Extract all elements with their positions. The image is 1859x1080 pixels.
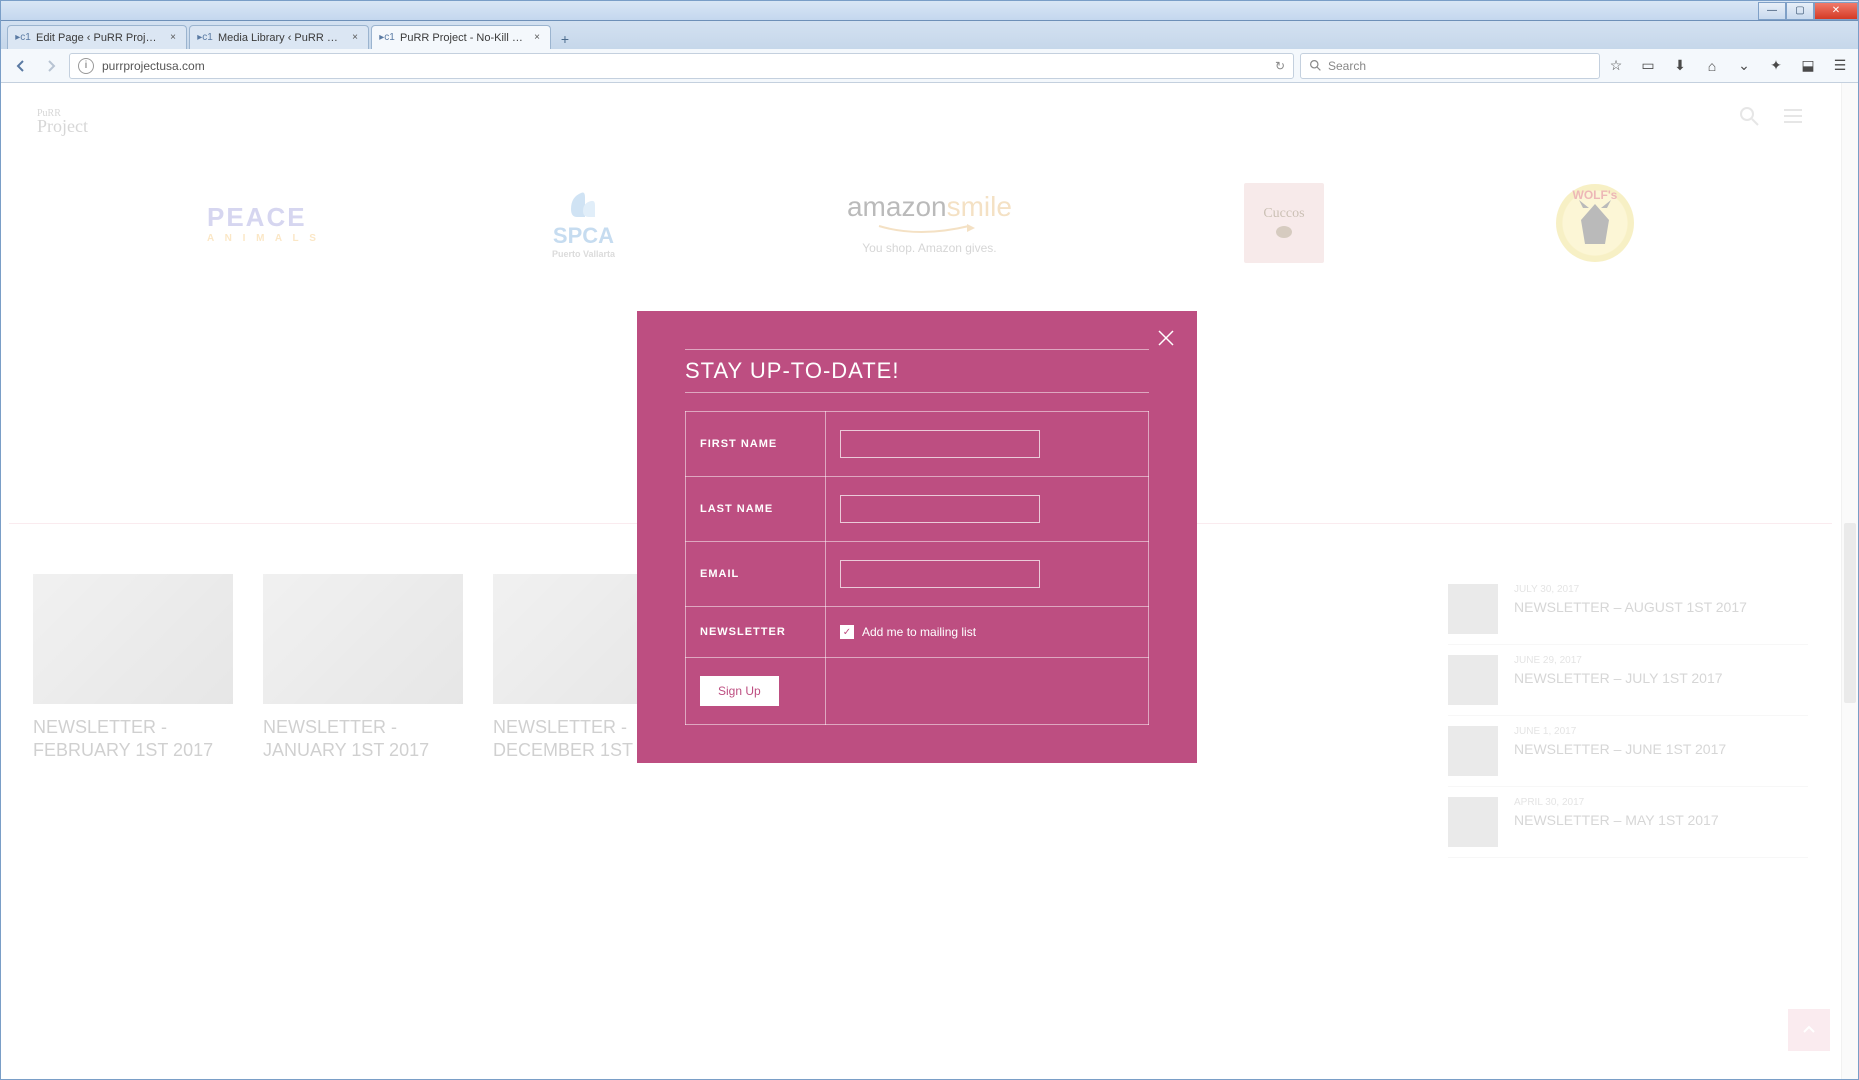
- news-card[interactable]: NEWSLETTER - FEBRUARY 1ST 2017: [33, 574, 233, 858]
- sidebar-title: NEWSLETTER – JULY 1ST 2017: [1514, 670, 1723, 686]
- sidebar-date: APRIL 30, 2017: [1514, 797, 1719, 808]
- sidebar-date: JULY 30, 2017: [1514, 584, 1747, 595]
- window-maximize[interactable]: ▢: [1786, 2, 1814, 20]
- downloads-icon[interactable]: ⬇: [1670, 56, 1690, 76]
- news-card[interactable]: NEWSLETTER - JANUARY 1ST 2017: [263, 574, 463, 858]
- browser-tab[interactable]: ▸c1 Media Library ‹ PuRR Project ×: [189, 25, 369, 49]
- partner-wolfs[interactable]: WOLF's: [1556, 184, 1634, 262]
- label-newsletter: NEWSLETTER: [686, 607, 826, 658]
- sidebar-news-item[interactable]: JUNE 29, 2017 NEWSLETTER – JULY 1ST 2017: [1448, 645, 1808, 716]
- mailing-list-checkbox[interactable]: ✓: [840, 625, 854, 639]
- window-titlebar: — ▢ ✕: [1, 1, 1858, 21]
- news-title: NEWSLETTER - FEBRUARY 1ST 2017: [33, 716, 233, 761]
- news-thumbnail: [263, 574, 463, 704]
- browser-window: — ▢ ✕ ▸c1 Edit Page ‹ PuRR Project — W ×…: [0, 0, 1859, 1080]
- search-placeholder: Search: [1328, 59, 1366, 73]
- vertical-scrollbar[interactable]: [1841, 83, 1858, 1079]
- sidebar-thumb: [1448, 655, 1498, 705]
- sidebar-news-list: JULY 30, 2017 NEWSLETTER – AUGUST 1ST 20…: [1448, 574, 1808, 858]
- search-input[interactable]: Search: [1300, 53, 1600, 79]
- label-last-name: LAST NAME: [686, 477, 826, 542]
- address-bar: i purrprojectusa.com ↻ Search ☆ ▭ ⬇ ⌂ ⌄ …: [1, 49, 1858, 83]
- pocket-icon[interactable]: ⌄: [1734, 56, 1754, 76]
- partner-cuccos[interactable]: Cuccos: [1244, 183, 1324, 263]
- last-name-input[interactable]: [840, 495, 1040, 523]
- sidebar-title: NEWSLETTER – JUNE 1ST 2017: [1514, 741, 1726, 757]
- modal-title: STAY UP-TO-DATE!: [685, 358, 1149, 384]
- news-thumbnail: [33, 574, 233, 704]
- window-close[interactable]: ✕: [1814, 2, 1858, 20]
- tab-title: Edit Page ‹ PuRR Project — W: [36, 32, 162, 44]
- signup-button[interactable]: Sign Up: [700, 676, 779, 706]
- partner-amazon[interactable]: amazonsmile You shop. Amazon gives.: [847, 183, 1012, 263]
- sidebar-news-item[interactable]: JULY 30, 2017 NEWSLETTER – AUGUST 1ST 20…: [1448, 574, 1808, 645]
- news-title: NEWSLETTER - JANUARY 1ST 2017: [263, 716, 463, 761]
- sidebar-news-item[interactable]: APRIL 30, 2017 NEWSLETTER – MAY 1ST 2017: [1448, 787, 1808, 858]
- tab-close-icon[interactable]: ×: [350, 32, 360, 43]
- tab-close-icon[interactable]: ×: [532, 32, 542, 43]
- site-menu-icon[interactable]: [1782, 105, 1804, 132]
- sidebar-thumb: [1448, 726, 1498, 776]
- home-icon[interactable]: ⌂: [1702, 56, 1722, 76]
- checkbox-label: Add me to mailing list: [862, 625, 976, 639]
- nav-forward-button[interactable]: [39, 54, 63, 78]
- scroll-to-top-button[interactable]: [1788, 1009, 1830, 1051]
- tab-strip: ▸c1 Edit Page ‹ PuRR Project — W × ▸c1 M…: [1, 21, 1858, 49]
- modal-close-button[interactable]: [1157, 329, 1175, 352]
- label-email: EMAIL: [686, 542, 826, 607]
- label-first-name: FIRST NAME: [686, 412, 826, 477]
- window-minimize[interactable]: —: [1758, 2, 1786, 20]
- site-search-icon[interactable]: [1738, 105, 1760, 132]
- partner-spca[interactable]: SPCA Puerto Vallarta: [552, 183, 615, 263]
- tab-title: Media Library ‹ PuRR Project: [218, 32, 344, 44]
- extension-icon[interactable]: ✦: [1766, 56, 1786, 76]
- browser-tab[interactable]: ▸c1 Edit Page ‹ PuRR Project — W ×: [7, 25, 187, 49]
- tab-close-icon[interactable]: ×: [168, 32, 178, 43]
- url-input[interactable]: i purrprojectusa.com ↻: [69, 53, 1294, 79]
- sidebar-date: JUNE 1, 2017: [1514, 726, 1726, 737]
- bookmark-star-icon[interactable]: ☆: [1606, 56, 1626, 76]
- partner-peace[interactable]: PEACE A N I M A L S: [207, 183, 320, 263]
- nav-back-button[interactable]: [9, 54, 33, 78]
- reload-icon[interactable]: ↻: [1275, 59, 1285, 73]
- reading-list-icon[interactable]: ▭: [1638, 56, 1658, 76]
- site-info-icon[interactable]: i: [78, 58, 94, 74]
- scrollbar-thumb[interactable]: [1844, 523, 1856, 703]
- sidebar-news-item[interactable]: JUNE 1, 2017 NEWSLETTER – JUNE 1ST 2017: [1448, 716, 1808, 787]
- sidebar-thumb: [1448, 797, 1498, 847]
- viewport: PuRR Project PEACE A N I M A L S: [1, 83, 1858, 1079]
- site-header: PuRR Project: [1, 83, 1840, 153]
- save-icon[interactable]: ⬓: [1798, 56, 1818, 76]
- email-input[interactable]: [840, 560, 1040, 588]
- favicon-icon: ▸c1: [198, 31, 212, 45]
- sidebar-title: NEWSLETTER – AUGUST 1ST 2017: [1514, 599, 1747, 615]
- new-tab-button[interactable]: +: [553, 29, 577, 49]
- toolbar-icons: ☆ ▭ ⬇ ⌂ ⌄ ✦ ⬓ ☰: [1606, 56, 1850, 76]
- site-logo[interactable]: PuRR Project: [37, 102, 88, 134]
- first-name-input[interactable]: [840, 430, 1040, 458]
- sidebar-title: NEWSLETTER – MAY 1ST 2017: [1514, 812, 1719, 828]
- sidebar-thumb: [1448, 584, 1498, 634]
- tab-title: PuRR Project - No-Kill Feline: [400, 32, 526, 44]
- menu-icon[interactable]: ☰: [1830, 56, 1850, 76]
- url-text: purrprojectusa.com: [102, 59, 205, 73]
- partner-logos: PEACE A N I M A L S SPCA Puerto Vallarta…: [1, 153, 1840, 303]
- favicon-icon: ▸c1: [16, 31, 30, 45]
- favicon-icon: ▸c1: [380, 31, 394, 45]
- browser-tab-active[interactable]: ▸c1 PuRR Project - No-Kill Feline ×: [371, 25, 551, 49]
- signup-modal: STAY UP-TO-DATE! FIRST NAME LAST NAME EM…: [637, 311, 1197, 763]
- sidebar-date: JUNE 29, 2017: [1514, 655, 1723, 666]
